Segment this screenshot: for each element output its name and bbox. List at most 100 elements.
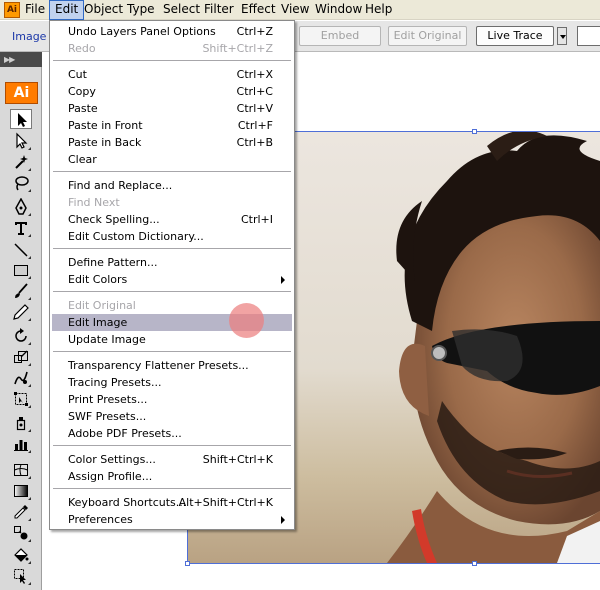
live-paint-bucket-tool[interactable]: [10, 545, 32, 565]
column-graph-tool[interactable]: [10, 434, 32, 454]
bounding-box-handle-bottom[interactable]: [472, 561, 477, 566]
menu-item-color-settings[interactable]: Color Settings... Shift+Ctrl+K: [52, 451, 292, 468]
mesh-tool-icon: [14, 464, 28, 476]
menu-item-assign-profile[interactable]: Assign Profile...: [52, 468, 292, 485]
gradient-tool[interactable]: [10, 481, 32, 501]
menu-item-paste[interactable]: Paste Ctrl+V: [52, 100, 292, 117]
control-bar-field[interactable]: [577, 26, 600, 46]
menu-item-transparency-flattener-presets[interactable]: Transparency Flattener Presets...: [52, 357, 292, 374]
app-icon[interactable]: Ai: [4, 2, 20, 18]
submenu-arrow-icon: [281, 516, 285, 524]
menu-object[interactable]: Object: [79, 0, 128, 20]
magic-wand-tool[interactable]: [10, 152, 32, 172]
type-tool-icon: [15, 222, 27, 235]
menu-item-keyboard-shortcuts[interactable]: Keyboard Shortcuts... Alt+Shift+Ctrl+K: [52, 494, 292, 511]
lasso-tool[interactable]: [10, 173, 32, 193]
pencil-tool[interactable]: [10, 302, 32, 322]
blend-tool-icon: [14, 526, 28, 540]
menu-item-define-pattern[interactable]: Define Pattern...: [52, 254, 292, 271]
selection-tool[interactable]: [10, 109, 32, 129]
menu-item-clear[interactable]: Clear: [52, 151, 292, 168]
rectangle-tool[interactable]: [10, 260, 32, 280]
menu-item-adobe-pdf-presets[interactable]: Adobe PDF Presets...: [52, 425, 292, 442]
menu-bar: Ai File Edit Object Type Select Filter E…: [0, 0, 600, 20]
menu-item-tracing-presets[interactable]: Tracing Presets...: [52, 374, 292, 391]
menu-item-preferences[interactable]: Preferences: [52, 511, 292, 528]
line-segment-tool[interactable]: [10, 240, 32, 260]
menu-item-swf-presets[interactable]: SWF Presets...: [52, 408, 292, 425]
symbol-sprayer-tool-icon: [16, 417, 26, 431]
pencil-tool-icon: [13, 304, 29, 320]
menu-help[interactable]: Help: [360, 0, 397, 20]
live-paint-selection-tool[interactable]: [10, 566, 32, 586]
tools-panel-header[interactable]: ▶▶: [0, 52, 42, 67]
menu-select[interactable]: Select: [158, 0, 205, 20]
live-paint-selection-tool-icon: [14, 569, 26, 584]
paintbrush-tool-icon: [15, 283, 28, 298]
scale-tool[interactable]: [10, 347, 32, 367]
lasso-tool-icon: [15, 176, 29, 191]
collapse-icon[interactable]: ▶▶: [4, 55, 15, 64]
menu-effect[interactable]: Effect: [236, 0, 281, 20]
menu-item-redo[interactable]: Redo Shift+Ctrl+Z: [52, 40, 292, 57]
symbol-sprayer-tool[interactable]: [10, 413, 32, 433]
live-paint-bucket-tool-icon: [14, 548, 29, 562]
magic-wand-tool-icon: [15, 155, 28, 169]
menu-separator: [53, 488, 291, 489]
gradient-tool-icon: [14, 485, 28, 497]
ai-logo: Ai: [5, 82, 38, 104]
paintbrush-tool[interactable]: [10, 281, 32, 301]
menu-window[interactable]: Window: [310, 0, 367, 20]
menu-item-check-spelling[interactable]: Check Spelling... Ctrl+I: [52, 211, 292, 228]
pen-tool-icon: [15, 198, 27, 215]
rotate-tool[interactable]: [10, 326, 32, 346]
eyedropper-tool[interactable]: [10, 502, 32, 522]
menu-item-cut[interactable]: Cut Ctrl+X: [52, 66, 292, 83]
menu-view[interactable]: View: [276, 0, 314, 20]
menu-item-find-and-replace[interactable]: Find and Replace...: [52, 177, 292, 194]
menu-filter[interactable]: Filter: [199, 0, 239, 20]
warp-tool[interactable]: [10, 368, 32, 388]
selection-type-label: Image: [12, 30, 47, 43]
free-transform-tool-icon: [14, 392, 28, 406]
menu-item-paste-in-back[interactable]: Paste in Back Ctrl+B: [52, 134, 292, 151]
menu-separator: [53, 445, 291, 446]
menu-separator: [53, 351, 291, 352]
eyedropper-tool-icon: [14, 505, 28, 519]
live-trace-button[interactable]: Live Trace: [476, 26, 554, 46]
line-segment-tool-icon: [14, 243, 28, 257]
embed-button[interactable]: Embed: [299, 26, 381, 46]
submenu-arrow-icon: [281, 276, 285, 284]
menu-item-undo[interactable]: Undo Layers Panel Options Ctrl+Z: [52, 23, 292, 40]
scale-tool-icon: [14, 350, 28, 363]
rectangle-tool-icon: [14, 265, 28, 276]
edit-original-button[interactable]: Edit Original: [388, 26, 467, 46]
menu-item-edit-custom-dictionary[interactable]: Edit Custom Dictionary...: [52, 228, 292, 245]
menu-separator: [53, 291, 291, 292]
bounding-box-handle-top[interactable]: [472, 129, 477, 134]
menu-item-paste-in-front[interactable]: Paste in Front Ctrl+F: [52, 117, 292, 134]
selection-tool-icon: [18, 113, 27, 127]
mesh-tool[interactable]: [10, 460, 32, 480]
menu-separator: [53, 248, 291, 249]
pen-tool[interactable]: [10, 197, 32, 217]
click-indicator: [229, 303, 264, 338]
type-tool[interactable]: [10, 218, 32, 238]
menu-separator: [53, 171, 291, 172]
column-graph-tool-icon: [14, 440, 28, 451]
menu-type[interactable]: Type: [122, 0, 160, 20]
blend-tool[interactable]: [10, 523, 32, 543]
direct-selection-tool[interactable]: [10, 131, 32, 151]
menu-file[interactable]: File: [20, 0, 50, 20]
edit-menu-dropdown: Undo Layers Panel Options Ctrl+Z Redo Shif…: [49, 20, 295, 530]
warp-tool-icon: [14, 371, 28, 385]
rotate-tool-icon: [15, 328, 27, 342]
menu-item-copy[interactable]: Copy Ctrl+C: [52, 83, 292, 100]
menu-item-edit-colors[interactable]: Edit Colors: [52, 271, 292, 288]
free-transform-tool[interactable]: [10, 389, 32, 409]
bounding-box-handle-bottom-left[interactable]: [185, 561, 190, 566]
direct-selection-tool-icon: [16, 132, 28, 149]
menu-item-print-presets[interactable]: Print Presets...: [52, 391, 292, 408]
live-trace-options-dropdown[interactable]: [557, 27, 567, 45]
menu-item-find-next[interactable]: Find Next: [52, 194, 292, 211]
